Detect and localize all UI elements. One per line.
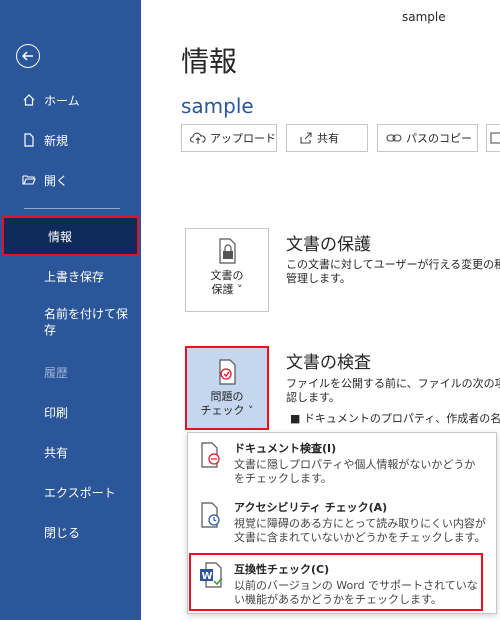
nav-label: 履歴 [44, 365, 69, 380]
menu-item-title: アクセシビリティ チェック(A) [234, 501, 388, 514]
home-icon [22, 93, 36, 107]
nav-label: ホーム [44, 93, 80, 108]
new-document-icon [22, 133, 36, 147]
inspect-document-icon [198, 441, 224, 469]
nav-item-new[interactable]: 新規 [0, 120, 141, 160]
check-issues-button[interactable]: 問題の チェック ˅ [185, 346, 269, 430]
nav-divider [24, 208, 120, 209]
nav-item-info[interactable]: 情報 [2, 216, 139, 256]
nav-label: 新規 [44, 133, 69, 148]
nav-item-close[interactable]: 閉じる [0, 512, 141, 552]
menu-item-accessibility-check[interactable]: アクセシビリティ チェック(A) 視覚に障碍のある方にとって読み取りにくい内容が… [188, 493, 496, 553]
inspect-desc-1: ファイルを公開する前に、ファイルの次の項目を [286, 377, 500, 390]
folder-open-icon [22, 173, 36, 187]
nav-label: エクスポート [44, 485, 116, 500]
link-icon [386, 132, 402, 144]
nav-item-export[interactable]: エクスポート [0, 472, 141, 512]
nav-item-history: 履歴 [0, 352, 141, 392]
nav-label: 情報 [48, 229, 73, 244]
nav-label: 閉じる [44, 525, 81, 540]
nav-item-save[interactable]: 上書き保存 [0, 256, 141, 296]
menu-item-desc: 文書に隠しプロパティや個人情報がないかどうかをチェックします。 [234, 458, 476, 485]
nav-item-save-as[interactable]: 名前を付けて保存 [0, 300, 141, 348]
back-button[interactable] [16, 44, 40, 68]
protect-desc-1: この文書に対してユーザーが行える変更の種類 [286, 258, 500, 271]
protect-label-2: 保護 ˅ [211, 283, 243, 296]
more-button[interactable] [486, 124, 500, 152]
nav-item-open[interactable]: 開く [0, 160, 141, 200]
accessibility-check-icon [198, 501, 224, 529]
inspect-bullet: ■ ドキュメントのプロパティ、作成者の名前 [290, 412, 500, 425]
nav-label: 上書き保存 [44, 269, 105, 284]
lock-icon [214, 237, 240, 269]
nav-item-share[interactable]: 共有 [0, 432, 141, 472]
menu-item-inspect-document[interactable]: ドキュメント検査(I) 文書に隠しプロパティや個人情報がないかどうかをチェックし… [188, 433, 496, 491]
document-name: sample [181, 94, 254, 118]
menu-item-desc: 視覚に障碍のある方にとって読み取りにくい内容が文書に含まれていないかどうかをチェ… [234, 517, 486, 544]
page-title: 情報 [181, 45, 238, 78]
share-icon [299, 131, 313, 145]
check-label-1: 問題の [210, 390, 244, 403]
nav-label: 開く [44, 173, 69, 188]
edit-icon [490, 132, 500, 144]
check-issues-menu: ドキュメント検査(I) 文書に隠しプロパティや個人情報がないかどうかをチェックし… [187, 432, 497, 614]
menu-item-title: ドキュメント検査(I) [234, 442, 337, 455]
nav-item-print[interactable]: 印刷 [0, 392, 141, 432]
upload-label: アップロード [210, 132, 276, 145]
inspect-desc-2: 認します。 [286, 391, 340, 404]
upload-button[interactable]: アップロード [181, 124, 277, 152]
nav-item-home[interactable]: ホーム [0, 80, 141, 120]
protect-desc-2: 管理します。 [286, 272, 351, 285]
back-arrow-icon [21, 51, 33, 61]
nav-label: 名前を付けて保存 [44, 307, 129, 337]
nav-label: 印刷 [44, 405, 69, 420]
inspect-title: 文書の検査 [286, 353, 371, 373]
cloud-upload-icon [190, 131, 206, 145]
protect-document-button[interactable]: 文書の 保護 ˅ [185, 228, 269, 312]
compatibility-highlight-box [189, 553, 483, 611]
backstage-sidebar: ホーム 新規 開く 情報 上書き保存 名前を付けて保存 履歴 印刷 共有 エクス… [0, 0, 141, 620]
nav-label: 共有 [44, 445, 69, 460]
share-label: 共有 [317, 132, 339, 145]
window-title: sample [402, 10, 446, 24]
copy-path-button[interactable]: パスのコピー [377, 124, 478, 152]
copy-path-label: パスのコピー [406, 132, 472, 145]
check-label-2: チェック ˅ [200, 404, 254, 417]
share-button[interactable]: 共有 [286, 124, 368, 152]
protect-label-1: 文書の [210, 269, 244, 282]
check-document-icon [214, 358, 240, 390]
protect-title: 文書の保護 [286, 235, 371, 255]
